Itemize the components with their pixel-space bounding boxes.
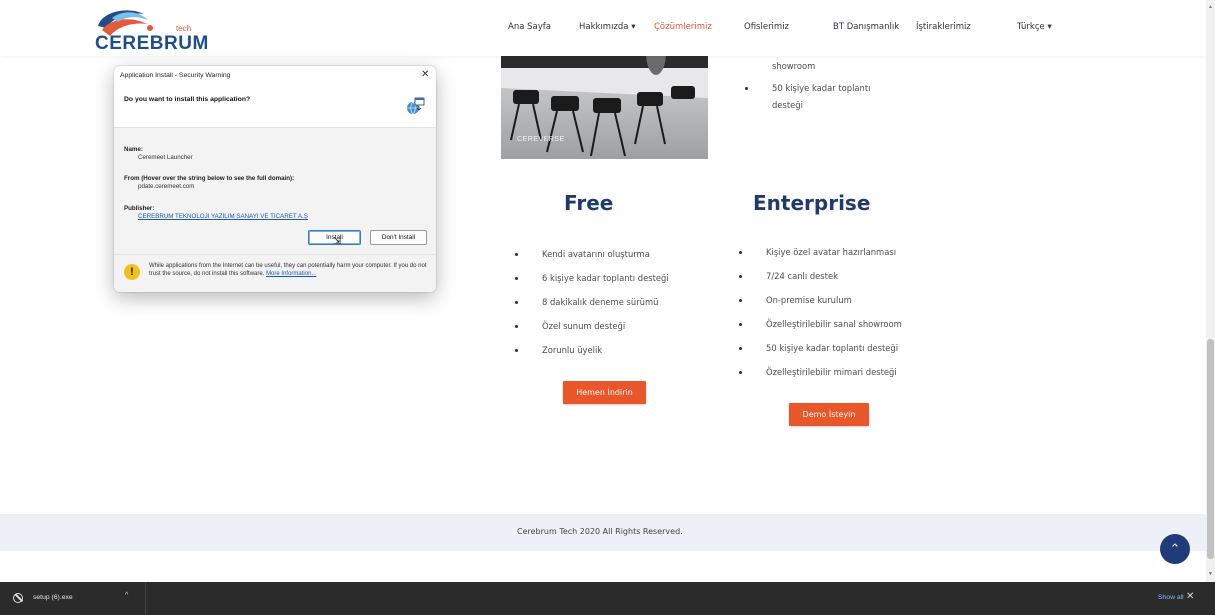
- download-now-button[interactable]: Hemen İndirin: [563, 381, 646, 404]
- download-item[interactable]: setup (6).exe ^: [0, 582, 146, 615]
- application-install-icon: [407, 97, 425, 115]
- nav-hakkimizda[interactable]: Hakkımızda ▾: [579, 22, 636, 32]
- dialog-warning: ! While applications from the Internet c…: [114, 254, 436, 292]
- chevron-down-icon: ▾: [1047, 22, 1052, 32]
- nav-istiraklerimiz[interactable]: İştiraklerimiz: [916, 22, 971, 32]
- enterprise-top-list: showroom 50 kişiye kadar toplantı desteğ…: [745, 61, 945, 121]
- name-value: Ceremeet Launcher: [138, 154, 193, 161]
- request-demo-button[interactable]: Demo İsteyin: [789, 403, 869, 426]
- image-watermark: CEREVERSE: [517, 136, 565, 143]
- nav-bt-danismanlik[interactable]: BT Danışmanlık: [833, 22, 899, 32]
- page-scrollbar[interactable]: ▲ ▼: [1206, 0, 1215, 582]
- logo-wordmark: CEREBRUM: [95, 33, 209, 54]
- copyright-text: Cerebrum Tech 2020 All Rights Reserved.: [517, 527, 683, 536]
- warning-text: While applications from the Internet can…: [149, 263, 427, 278]
- dialog-question: Do you want to install this application?: [124, 96, 251, 103]
- plan-title-enterprise: Enterprise: [753, 191, 871, 215]
- from-label: From (Hover over the string below to see…: [124, 175, 295, 182]
- nav-ofislerimiz[interactable]: Ofislerimiz: [744, 22, 789, 32]
- nav-language[interactable]: Türkçe ▾: [1017, 22, 1052, 32]
- publisher-label: Publisher:: [124, 205, 155, 212]
- security-warning-dialog: Application Install - Security Warning ✕…: [114, 66, 436, 292]
- free-feature-list: Kendi avatarını oluşturma 6 kişiye kadar…: [515, 249, 755, 359]
- enterprise-feature-list: Kişiye özel avatar hazırlanması 7/24 can…: [739, 247, 979, 377]
- scroll-up-arrow-icon[interactable]: ▲: [1208, 4, 1213, 10]
- mouse-cursor-icon: ⇲: [333, 236, 342, 247]
- warning-icon: !: [124, 264, 140, 280]
- dont-install-button[interactable]: Don't Install: [370, 230, 427, 245]
- logo-subtitle: tech: [176, 24, 192, 33]
- close-icon[interactable]: ✕: [421, 69, 429, 80]
- chevron-down-icon: ▾: [631, 22, 636, 32]
- plan-title-free: Free: [564, 191, 614, 215]
- blocked-file-icon: [13, 593, 23, 603]
- download-file-name: setup (6).exe: [33, 594, 73, 601]
- site-header: tech CEREBRUM Ana Sayfa Hakkımızda ▾ Çöz…: [0, 0, 1206, 56]
- nav-cozumlerimiz[interactable]: Çözümlerimiz: [654, 22, 712, 32]
- dialog-title: Application Install - Security Warning: [120, 72, 231, 79]
- publisher-link[interactable]: CEREBRUM TEKNOLOJI YAZILIM SANAYI VE TIC…: [138, 213, 308, 220]
- chevron-up-icon[interactable]: ^: [125, 592, 128, 599]
- more-information-link[interactable]: More Information...: [266, 271, 316, 277]
- nav-ana-sayfa[interactable]: Ana Sayfa: [508, 22, 551, 32]
- scroll-down-arrow-icon[interactable]: ▼: [1208, 571, 1213, 577]
- site-footer: Cerebrum Tech 2020 All Rights Reserved.: [0, 514, 1206, 551]
- name-label: Name:: [124, 146, 143, 153]
- browser-viewport: tech CEREBRUM Ana Sayfa Hakkımızda ▾ Çöz…: [0, 0, 1206, 582]
- close-icon[interactable]: ✕: [1186, 591, 1194, 602]
- downloads-bar: setup (6).exe ^ Show all ✕: [0, 582, 1215, 615]
- chevron-up-icon: ⌃: [1169, 541, 1181, 556]
- show-all-button[interactable]: Show all: [1158, 594, 1184, 601]
- scrollbar-thumb[interactable]: [1207, 339, 1214, 559]
- from-value[interactable]: pdate.ceremeet.com: [138, 183, 194, 190]
- scroll-to-top-button[interactable]: ⌃: [1160, 534, 1190, 564]
